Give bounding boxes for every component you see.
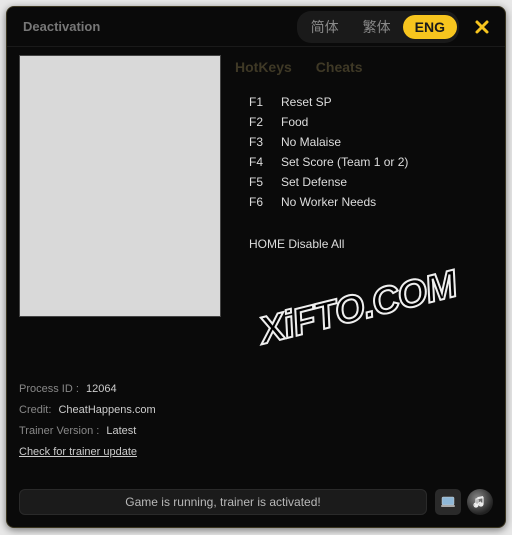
right-column: HotKeys Cheats F1 Reset SP F2 Food F3 No… — [223, 47, 505, 477]
disable-all: HOME Disable All — [229, 237, 495, 251]
hotkey-desc: Set Score (Team 1 or 2) — [281, 155, 408, 169]
disable-all-label: Disable All — [288, 237, 344, 251]
hotkey-row: F4 Set Score (Team 1 or 2) — [249, 155, 495, 169]
monitor-button[interactable] — [435, 489, 461, 515]
game-preview — [19, 55, 221, 317]
hotkey-desc: Food — [281, 115, 308, 129]
version-value: Latest — [106, 425, 136, 437]
version-row: Trainer Version : Latest — [19, 421, 223, 442]
left-column: Process ID : 12064 Credit: CheatHappens.… — [7, 47, 223, 477]
music-note-icon — [472, 494, 488, 510]
credit-label: Credit: — [19, 404, 51, 416]
language-switcher: 简体 繁体 ENG — [297, 11, 459, 43]
hotkey-key: F6 — [249, 195, 281, 209]
hotkey-row: F5 Set Defense — [249, 175, 495, 189]
hotkey-key: F3 — [249, 135, 281, 149]
hotkey-key: F4 — [249, 155, 281, 169]
process-id-value: 12064 — [86, 383, 117, 395]
tab-hotkeys[interactable]: HotKeys — [235, 59, 292, 75]
process-id-row: Process ID : 12064 — [19, 379, 223, 400]
hotkey-desc: Set Defense — [281, 175, 347, 189]
titlebar: Deactivation 简体 繁体 ENG — [7, 7, 505, 47]
hotkey-list: F1 Reset SP F2 Food F3 No Malaise F4 Set… — [229, 85, 495, 209]
meta-info: Process ID : 12064 Credit: CheatHappens.… — [19, 379, 223, 463]
hotkey-key: F2 — [249, 115, 281, 129]
lang-simplified[interactable]: 简体 — [299, 13, 351, 41]
watermark: XiFTO.COM — [255, 263, 461, 353]
hotkey-row: F1 Reset SP — [249, 95, 495, 109]
trainer-window: Deactivation 简体 繁体 ENG Process ID : 1206… — [6, 6, 506, 528]
credit-row: Credit: CheatHappens.com — [19, 400, 223, 421]
hotkey-row: F3 No Malaise — [249, 135, 495, 149]
hotkey-row: F2 Food — [249, 115, 495, 129]
hotkey-key: F5 — [249, 175, 281, 189]
hotkey-key: F1 — [249, 95, 281, 109]
statusbar: Game is running, trainer is activated! — [19, 487, 493, 517]
close-button[interactable] — [469, 14, 495, 40]
lang-english[interactable]: ENG — [403, 15, 457, 39]
check-update-link[interactable]: Check for trainer update — [19, 446, 137, 458]
hotkey-desc: No Malaise — [281, 135, 341, 149]
process-id-label: Process ID : — [19, 383, 79, 395]
status-icons — [435, 489, 493, 515]
hotkey-row: F6 No Worker Needs — [249, 195, 495, 209]
main-area: Process ID : 12064 Credit: CheatHappens.… — [7, 47, 505, 477]
window-title: Deactivation — [23, 19, 297, 34]
music-button[interactable] — [467, 489, 493, 515]
hotkey-desc: No Worker Needs — [281, 195, 376, 209]
tab-cheats[interactable]: Cheats — [316, 59, 363, 75]
monitor-icon — [440, 494, 456, 510]
tabs: HotKeys Cheats — [229, 55, 495, 85]
version-label: Trainer Version : — [19, 425, 99, 437]
update-row: Check for trainer update — [19, 442, 223, 463]
status-text: Game is running, trainer is activated! — [19, 489, 427, 515]
credit-value: CheatHappens.com — [58, 404, 155, 416]
hotkey-desc: Reset SP — [281, 95, 332, 109]
close-icon — [474, 19, 490, 35]
lang-traditional[interactable]: 繁体 — [351, 13, 403, 41]
disable-all-key: HOME — [249, 237, 285, 251]
